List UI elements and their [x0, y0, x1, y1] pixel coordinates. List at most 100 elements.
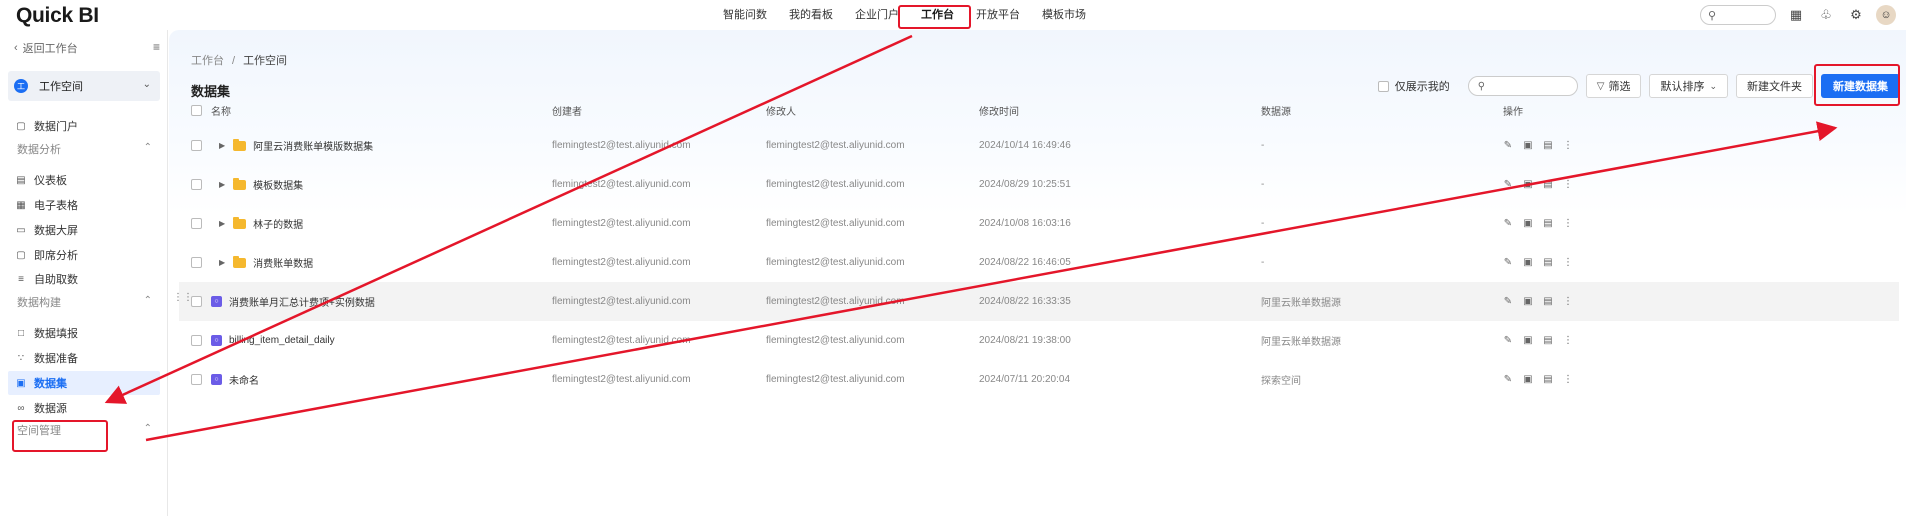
sidebar-group-space[interactable]: 空间管理 ⌃: [17, 420, 160, 440]
drag-handle-icon[interactable]: ⋮⋮: [173, 292, 193, 303]
table-row[interactable]: ▶ 消费账单数据 flemingtest2@test.aliyunid.com fle…: [179, 243, 1899, 282]
row-checkbox[interactable]: [191, 204, 202, 243]
row-checkbox[interactable]: [191, 282, 202, 321]
row-name[interactable]: 模板数据集: [253, 177, 303, 192]
more-options-icon[interactable]: ⋮: [1563, 296, 1573, 307]
edit-icon[interactable]: ✎: [1503, 179, 1513, 190]
copy-icon[interactable]: ▣: [1523, 218, 1533, 229]
row-name-cell[interactable]: ▶ 林子的数据: [211, 204, 303, 243]
move-icon[interactable]: ▤: [1543, 179, 1553, 190]
expand-caret-icon[interactable]: ▶: [219, 180, 225, 189]
copy-icon[interactable]: ▣: [1523, 296, 1533, 307]
settings-gear-icon[interactable]: ⚙: [1846, 5, 1866, 25]
checkbox-box[interactable]: [191, 104, 202, 116]
edit-icon[interactable]: ✎: [1503, 374, 1513, 385]
row-name-cell[interactable]: ▶ 模板数据集: [211, 165, 303, 204]
table-row[interactable]: ▶ 模板数据集 flemingtest2@test.aliyunid.com flem…: [179, 165, 1899, 204]
row-checkbox[interactable]: [191, 321, 202, 360]
collapse-sidebar-icon[interactable]: ≡: [153, 40, 160, 54]
row-name-cell[interactable]: ▶ 阿里云消费账单模版数据集: [211, 126, 373, 165]
sidebar-item-datasource[interactable]: ∞ 数据源: [8, 396, 160, 420]
copy-icon[interactable]: ▣: [1523, 257, 1533, 268]
sidebar-item-data-screen[interactable]: ▭ 数据大屏: [8, 218, 160, 242]
nav-template-market[interactable]: 模板市场: [1031, 0, 1097, 30]
row-name[interactable]: 阿里云消费账单模版数据集: [253, 138, 373, 153]
row-name[interactable]: 林子的数据: [253, 216, 303, 231]
table-row[interactable]: ▶ 阿里云消费账单模版数据集 flemingtest2@test.aliyunid.…: [179, 126, 1899, 165]
row-checkbox[interactable]: [191, 360, 202, 399]
copy-icon[interactable]: ▣: [1523, 140, 1533, 151]
move-icon[interactable]: ▤: [1543, 218, 1553, 229]
quick-bi-logo[interactable]: Quick BI: [16, 4, 99, 28]
table-row[interactable]: ○ billing_item_detail_daily flemingtest2@t…: [179, 321, 1899, 360]
expand-caret-icon[interactable]: ▶: [219, 141, 225, 150]
more-options-icon[interactable]: ⋮: [1563, 374, 1573, 385]
analyze-icon[interactable]: ▤: [1543, 296, 1553, 307]
row-name[interactable]: 未命名: [229, 372, 259, 387]
row-checkbox[interactable]: [191, 165, 202, 204]
edit-icon[interactable]: ✎: [1503, 218, 1513, 229]
row-name[interactable]: 消费账单数据: [253, 255, 313, 270]
sidebar-group-build[interactable]: 数据构建 ⌃: [17, 292, 160, 312]
more-options-icon[interactable]: ⋮: [1563, 335, 1573, 346]
copy-icon[interactable]: ▣: [1523, 179, 1533, 190]
sidebar-item-dataset[interactable]: ▣ 数据集: [8, 371, 160, 395]
nav-open-platform[interactable]: 开放平台: [965, 0, 1031, 30]
checkbox-box[interactable]: [191, 140, 202, 151]
checkbox-box[interactable]: [191, 179, 202, 190]
row-name-cell[interactable]: ○ 未命名: [211, 360, 259, 399]
move-icon[interactable]: ▤: [1543, 140, 1553, 151]
notification-bell-icon[interactable]: ♧: [1816, 5, 1836, 25]
nav-workbench[interactable]: 工作台: [910, 0, 965, 30]
back-to-workbench-link[interactable]: ‹ 返回工作台 ≡: [14, 39, 160, 57]
user-avatar[interactable]: ☺: [1876, 5, 1896, 25]
row-checkbox[interactable]: [191, 243, 202, 282]
nav-my-boards[interactable]: 我的看板: [778, 0, 844, 30]
row-name[interactable]: 消费账单月汇总计费项+实例数据: [229, 294, 375, 309]
sidebar-group-analysis[interactable]: 数据分析 ⌃: [17, 139, 160, 159]
table-row[interactable]: ○ 未命名 flemingtest2@test.aliyunid.com flemin…: [179, 360, 1899, 399]
checkbox-box[interactable]: [191, 374, 202, 385]
checkbox-box[interactable]: [1377, 80, 1389, 92]
copy-icon[interactable]: ▣: [1523, 374, 1533, 385]
select-all-checkbox[interactable]: [191, 94, 202, 126]
edit-icon[interactable]: ✎: [1503, 257, 1513, 268]
edit-icon[interactable]: ✎: [1503, 335, 1513, 346]
row-checkbox[interactable]: [191, 126, 202, 165]
workspace-selector[interactable]: 工 工作空间 ⌄: [8, 71, 160, 101]
breadcrumb-root[interactable]: 工作台: [191, 55, 224, 67]
analyze-icon[interactable]: ▤: [1543, 374, 1553, 385]
sidebar-item-adhoc-analysis[interactable]: ▢ 即席分析: [8, 243, 160, 267]
expand-caret-icon[interactable]: ▶: [219, 219, 225, 228]
sidebar-item-data-prep[interactable]: ∵ 数据准备: [8, 346, 160, 370]
checkbox-box[interactable]: [191, 257, 202, 268]
more-options-icon[interactable]: ⋮: [1563, 218, 1573, 229]
row-name-cell[interactable]: ○ 消费账单月汇总计费项+实例数据: [211, 282, 375, 321]
copy-icon[interactable]: ▣: [1523, 335, 1533, 346]
sidebar-item-spreadsheet[interactable]: ▦ 电子表格: [8, 193, 160, 217]
global-search-input[interactable]: ⚲: [1700, 5, 1776, 25]
analyze-icon[interactable]: ▤: [1543, 335, 1553, 346]
sidebar-item-data-portal[interactable]: ▢ 数据门户: [8, 114, 160, 138]
row-name-cell[interactable]: ▶ 消费账单数据: [211, 243, 313, 282]
table-row[interactable]: ▶ 林子的数据 flemingtest2@test.aliyunid.com flem…: [179, 204, 1899, 243]
apps-grid-icon[interactable]: ▦: [1786, 5, 1806, 25]
checkbox-box[interactable]: [191, 218, 202, 229]
row-name-cell[interactable]: ○ billing_item_detail_daily: [211, 321, 335, 360]
sidebar-item-self-service[interactable]: ≡ 自助取数: [8, 267, 160, 291]
move-icon[interactable]: ▤: [1543, 257, 1553, 268]
only-mine-checkbox[interactable]: 仅展示我的: [1377, 78, 1450, 94]
row-name[interactable]: billing_item_detail_daily: [229, 335, 335, 346]
nav-smart-query[interactable]: 智能问数: [712, 0, 778, 30]
checkbox-box[interactable]: [191, 335, 202, 346]
edit-icon[interactable]: ✎: [1503, 140, 1513, 151]
table-row[interactable]: ⋮⋮ ○ 消费账单月汇总计费项+实例数据 flemingtest2@test.aliy…: [173, 282, 1899, 321]
more-options-icon[interactable]: ⋮: [1563, 140, 1573, 151]
edit-icon[interactable]: ✎: [1503, 296, 1513, 307]
sidebar-item-data-entry[interactable]: □ 数据填报: [8, 321, 160, 345]
dataset-search-input[interactable]: ⚲: [1467, 76, 1578, 96]
more-options-icon[interactable]: ⋮: [1563, 179, 1573, 190]
checkbox-box[interactable]: [191, 296, 202, 307]
nav-enterprise-portal[interactable]: 企业门户: [844, 0, 910, 30]
sidebar-item-dashboard[interactable]: ▤ 仪表板: [8, 168, 160, 192]
